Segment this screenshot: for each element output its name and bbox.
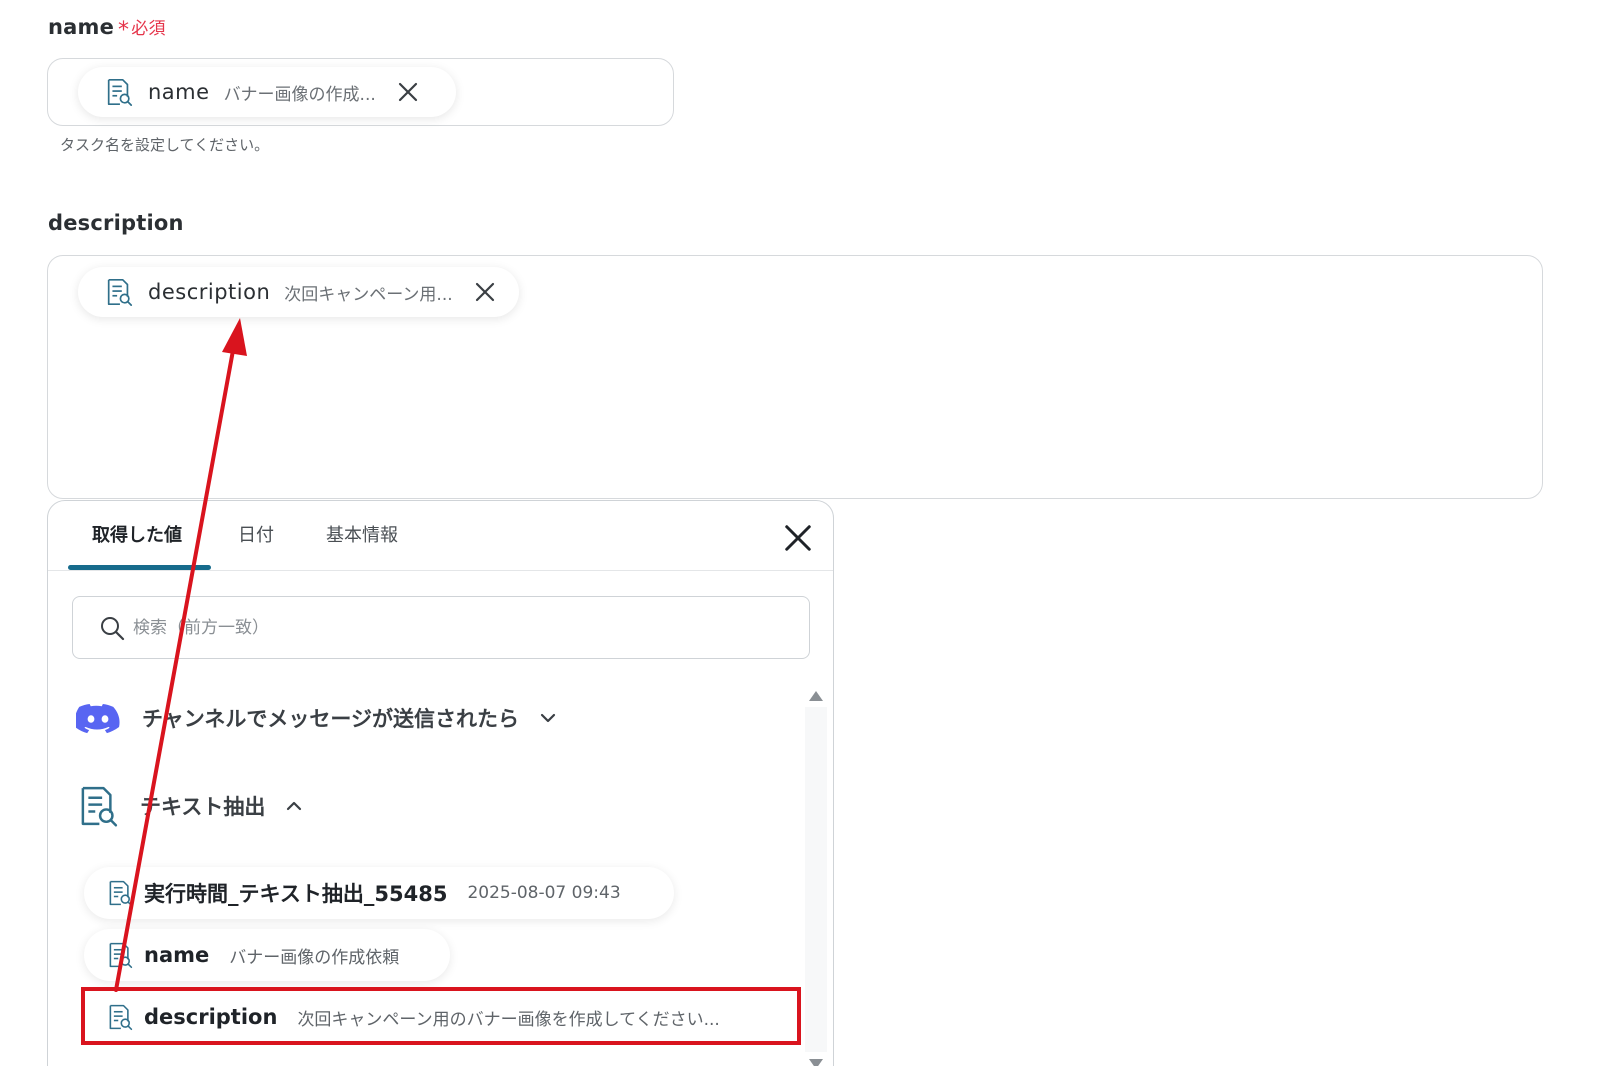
description-value-chip[interactable]: description 次回キャンペーン用... [78, 267, 519, 317]
list-item-execution-time[interactable]: 実行時間_テキスト抽出_55485 2025-08-07 09:43 [84, 867, 674, 919]
name-helper-text: タスク名を設定してください。 [60, 136, 270, 154]
scrollbar-track[interactable] [805, 707, 827, 1052]
scroll-down-arrow[interactable] [809, 1059, 823, 1066]
required-text: 必須 [131, 19, 166, 39]
value-picker-panel: 取得した値 日付 基本情報 チャンネルでメッセージが送信されたら テキス [47, 500, 834, 1066]
group-text-extraction[interactable]: テキスト抽出 [76, 783, 305, 829]
document-search-icon [106, 941, 134, 969]
item-name: description [144, 1005, 278, 1029]
remove-chip-icon[interactable] [396, 80, 420, 104]
discord-icon [76, 703, 120, 734]
required-indicator: * 必須 [118, 18, 166, 43]
document-search-icon [104, 277, 134, 307]
search-input[interactable] [133, 617, 733, 638]
document-search-icon [104, 77, 134, 107]
document-search-icon [106, 879, 134, 907]
description-input[interactable]: description 次回キャンペーン用... [47, 255, 1543, 499]
chip-name: description [148, 280, 271, 304]
chip-value: バナー画像の作成... [223, 84, 376, 105]
panel-tabs: 取得した値 日付 基本情報 [48, 501, 833, 571]
group-title: チャンネルでメッセージが送信されたら [142, 707, 519, 731]
name-input[interactable]: name バナー画像の作成... [47, 58, 674, 126]
tab-basic-info[interactable]: 基本情報 [326, 521, 398, 547]
chip-name: name [148, 80, 210, 104]
list-item-name[interactable]: name バナー画像の作成依頼 [84, 929, 450, 981]
search-box [72, 596, 810, 659]
required-star: * [118, 18, 130, 43]
list-item-description[interactable]: description 次回キャンペーン用のバナー画像を作成してください... [84, 991, 796, 1043]
name-value-chip[interactable]: name バナー画像の作成... [78, 67, 456, 117]
active-tab-indicator [68, 565, 211, 570]
tab-retrieved-values[interactable]: 取得した値 [92, 521, 182, 547]
item-value: 2025-08-07 09:43 [467, 883, 621, 903]
close-icon[interactable] [783, 523, 813, 553]
item-name: 実行時間_テキスト抽出_55485 [144, 882, 448, 906]
chip-value: 次回キャンペーン用... [284, 284, 453, 305]
chevron-up-icon [287, 801, 302, 811]
item-name: name [144, 943, 210, 967]
scroll-up-arrow[interactable] [809, 691, 823, 701]
group-title: テキスト抽出 [140, 795, 266, 819]
document-search-icon [106, 1003, 134, 1031]
document-search-icon [76, 783, 120, 829]
remove-chip-icon[interactable] [473, 280, 497, 304]
group-discord-trigger[interactable]: チャンネルでメッセージが送信されたら [76, 701, 559, 735]
tab-date[interactable]: 日付 [238, 521, 274, 547]
description-field-label: description [48, 211, 184, 235]
item-value: 次回キャンペーン用のバナー画像を作成してください... [297, 1009, 720, 1030]
name-field-label: name * 必須 [48, 14, 166, 43]
search-icon [101, 616, 125, 640]
item-value: バナー画像の作成依頼 [229, 947, 400, 968]
name-label-text: name [48, 15, 115, 39]
chevron-down-icon [540, 713, 556, 723]
